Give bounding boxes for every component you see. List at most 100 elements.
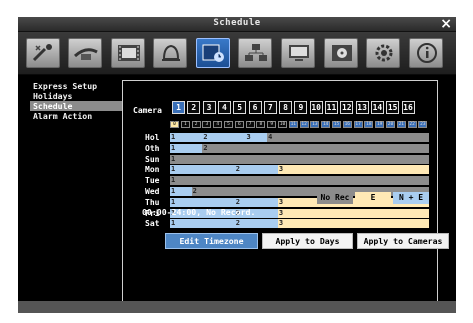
schedule-segment[interactable] <box>277 219 429 229</box>
devices-button[interactable] <box>238 38 272 68</box>
camera-channel-button[interactable]: 9 <box>294 101 308 114</box>
hour-button[interactable]: 8 <box>256 121 266 128</box>
hour-button[interactable]: 5 <box>224 121 233 128</box>
apply-to-days-button[interactable]: Apply to Days <box>262 233 353 249</box>
schedule-marker: 1 <box>171 133 176 141</box>
schedule-marker: 2 <box>203 133 208 141</box>
devices-icon <box>245 44 267 61</box>
schedule-marker: 2 <box>235 165 240 174</box>
hour-button[interactable]: 7 <box>245 121 255 128</box>
display-icon <box>289 45 309 61</box>
hour-button[interactable]: 14 <box>321 121 331 128</box>
hour-button[interactable]: 0 <box>170 121 179 128</box>
day-label: Oth <box>145 143 160 153</box>
hour-button[interactable]: 1 <box>180 121 190 128</box>
alarm-button[interactable] <box>153 38 187 68</box>
day-schedule-track[interactable]: 1 <box>170 176 429 186</box>
camera-channel-button[interactable]: 12 <box>340 101 354 114</box>
sidebar-item-express-setup[interactable]: Express Setup <box>30 81 122 91</box>
schedule-segment[interactable] <box>202 133 246 142</box>
apply-to-cameras-button[interactable]: Apply to Cameras <box>357 233 449 249</box>
hour-button[interactable]: 12 <box>299 121 309 128</box>
schedule-window: Schedule × Express Setup Holidays Schedu… <box>18 16 456 313</box>
camera-channel-button[interactable]: 4 <box>217 101 231 114</box>
title-bar: Schedule × <box>18 16 456 32</box>
display-button[interactable] <box>281 38 315 68</box>
sidebar-item-holidays[interactable]: Holidays <box>30 91 122 101</box>
schedule-marker: 2 <box>235 219 240 228</box>
schedule-segment[interactable] <box>234 219 278 229</box>
camera-channel-button[interactable]: 10 <box>309 101 323 114</box>
info-button[interactable] <box>409 38 443 68</box>
hour-button[interactable]: 20 <box>386 121 395 128</box>
day-label: Wed <box>145 187 160 196</box>
schedule-marker: 3 <box>278 165 284 174</box>
hour-button[interactable]: 11 <box>288 121 298 128</box>
schedule-marker: 1 <box>171 143 176 152</box>
schedule-segment[interactable] <box>277 165 429 175</box>
hour-button[interactable]: 18 <box>364 121 374 128</box>
sidebar-item-schedule[interactable]: Schedule <box>30 101 122 111</box>
main-toolbar <box>18 32 456 74</box>
alarm-bell-icon <box>162 44 180 61</box>
hour-button[interactable]: 16 <box>342 121 352 128</box>
video-button[interactable] <box>111 38 145 68</box>
hour-button[interactable]: 15 <box>332 121 341 128</box>
day-schedule-track[interactable]: 12 <box>170 143 429 153</box>
camera-channel-button[interactable]: 3 <box>202 101 216 114</box>
schedule-panel: Camera 1 2 3 4 5 6 7 8 9 10 11 12 13 14 15 16 012345678… <box>122 80 449 305</box>
hour-button[interactable]: 22 <box>407 121 417 128</box>
schedule-marker: 1 <box>171 154 176 163</box>
camera-channel-button[interactable]: 8 <box>279 101 293 114</box>
hour-button[interactable]: 19 <box>375 121 385 128</box>
sidebar: Express Setup Holidays Schedule Alarm Ac… <box>30 81 122 121</box>
day-schedule-track[interactable]: 1 2 3 <box>170 219 429 229</box>
day-schedule-track[interactable]: 1 2 3 4 <box>170 133 429 142</box>
camera-channel-button[interactable]: 7 <box>263 101 277 114</box>
edit-timezone-button[interactable]: Edit Timezone <box>165 233 258 249</box>
hour-button[interactable]: 4 <box>213 121 223 128</box>
legend-event: E <box>355 192 391 204</box>
hour-button[interactable]: 23 <box>418 121 428 128</box>
hour-button[interactable]: 3 <box>202 121 212 128</box>
network-button[interactable] <box>68 38 102 68</box>
schedule-segment[interactable] <box>170 165 235 175</box>
camera-channel-button[interactable]: 2 <box>187 101 201 114</box>
system-button[interactable] <box>366 38 400 68</box>
camera-channel-button[interactable]: 11 <box>325 101 338 114</box>
day-schedule-track[interactable]: 1 2 3 <box>170 165 429 175</box>
camera-label: Camera <box>133 106 162 115</box>
camera-channel-button[interactable]: 15 <box>386 101 400 114</box>
hour-button[interactable]: 6 <box>234 121 244 128</box>
hour-button[interactable]: 2 <box>191 121 201 128</box>
camera-channel-button[interactable]: 13 <box>355 101 369 114</box>
storage-button[interactable] <box>324 38 358 68</box>
legend-normal-event: N + E <box>393 192 429 204</box>
schedule-segment[interactable] <box>277 208 429 218</box>
camera-channel-button[interactable]: 6 <box>248 101 262 114</box>
settings-wizard-button[interactable] <box>26 38 60 68</box>
hour-button[interactable]: 17 <box>353 121 363 128</box>
hour-button[interactable]: 9 <box>267 121 277 128</box>
schedule-marker: 2 <box>235 197 240 206</box>
sidebar-item-alarm-action[interactable]: Alarm Action <box>30 111 122 121</box>
day-label: Tue <box>145 176 160 186</box>
close-icon[interactable]: × <box>440 16 452 32</box>
hour-button[interactable]: 21 <box>396 121 406 128</box>
camera-channel-button[interactable]: 14 <box>370 101 384 114</box>
schedule-button[interactable] <box>196 38 230 68</box>
schedule-segment[interactable] <box>170 219 235 229</box>
schedule-segment[interactable] <box>234 197 278 207</box>
schedule-marker: 3 <box>246 133 251 141</box>
camera-channel-button[interactable]: 16 <box>401 101 415 114</box>
schedule-segment[interactable] <box>234 165 278 175</box>
schedule-segment[interactable] <box>170 197 235 207</box>
camera-channel-button[interactable]: 5 <box>233 101 247 114</box>
schedule-marker: 1 <box>171 219 176 228</box>
camera-channel-button[interactable]: 1 <box>172 101 185 114</box>
day-schedule-track[interactable]: 1 <box>170 154 429 164</box>
hour-button[interactable]: 13 <box>310 121 320 128</box>
hour-button[interactable]: 10 <box>278 121 287 128</box>
schedule-marker: 3 <box>278 197 284 206</box>
bottom-bar <box>18 301 456 313</box>
